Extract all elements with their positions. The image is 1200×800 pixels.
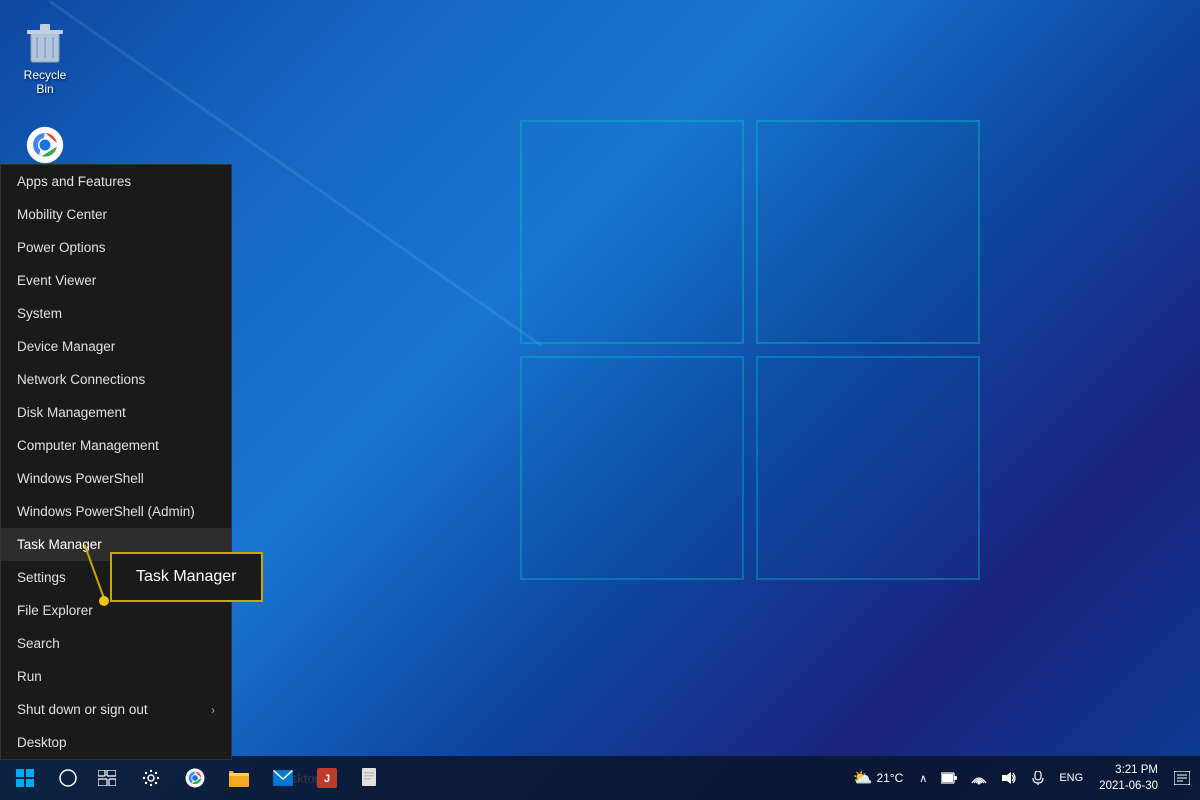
taskbar-app-settings[interactable] — [129, 756, 173, 800]
volume-icon — [1001, 771, 1017, 785]
menu-item-windows-powershell[interactable]: Windows PowerShell — [1, 462, 231, 495]
network-icon — [971, 771, 987, 785]
menu-item-computer-management[interactable]: Computer Management — [1, 429, 231, 462]
task-view-icon — [98, 770, 116, 786]
taskbar-right-area: ⛅ 21°C ∧ — [845, 756, 1200, 800]
menu-item-power-options[interactable]: Power Options — [1, 231, 231, 264]
current-time: 3:21 PM — [1115, 762, 1158, 778]
taskbar-mail[interactable] — [261, 756, 305, 800]
task-view-button[interactable] — [85, 756, 129, 800]
windows-logo-decoration — [520, 120, 1040, 640]
network-indicator[interactable] — [965, 756, 993, 800]
svg-text:J: J — [324, 773, 330, 785]
menu-item-apps-features[interactable]: Apps and Features — [1, 165, 231, 198]
current-date: 2021-06-30 — [1099, 778, 1158, 794]
chevron-up-icon: ∧ — [919, 772, 927, 785]
desktop-icon-recycle-bin[interactable]: Recycle Bin — [10, 20, 80, 101]
menu-item-disk-management[interactable]: Disk Management — [1, 396, 231, 429]
menu-item-device-manager[interactable]: Device Manager — [1, 330, 231, 363]
context-menu: Apps and Features Mobility Center Power … — [0, 164, 232, 760]
input-indicator[interactable] — [1025, 756, 1051, 800]
taskbar-app-red-icon: J — [317, 768, 337, 788]
task-manager-callout: Task Manager — [110, 552, 263, 602]
weather-icon: ⛅ — [853, 768, 873, 788]
taskbar-files[interactable] — [217, 756, 261, 800]
show-hidden-icons-button[interactable]: ∧ — [913, 756, 933, 800]
menu-item-event-viewer[interactable]: Event Viewer — [1, 264, 231, 297]
notification-center-button[interactable] — [1168, 756, 1196, 800]
taskbar-chrome[interactable] — [173, 756, 217, 800]
menu-item-shut-down[interactable]: Shut down or sign out › — [1, 693, 231, 726]
file-explorer-icon — [229, 769, 249, 787]
menu-item-desktop[interactable]: Desktop — [1, 726, 231, 759]
search-button[interactable] — [50, 756, 85, 800]
taskbar-app-doc[interactable] — [349, 756, 393, 800]
taskbar: J ⛅ 21°C ∧ — [0, 756, 1200, 800]
language-indicator[interactable]: ENG — [1053, 756, 1089, 800]
language-label: ENG — [1059, 772, 1083, 784]
search-icon — [59, 769, 77, 787]
menu-item-windows-powershell-admin[interactable]: Windows PowerShell (Admin) — [1, 495, 231, 528]
windows-start-icon — [16, 769, 34, 787]
taskbar-app-red[interactable]: J — [305, 756, 349, 800]
shut-down-arrow-icon: › — [211, 703, 215, 717]
weather-temp: 21°C — [876, 771, 903, 785]
recycle-bin-label: Recycle Bin — [14, 68, 76, 97]
weather-widget[interactable]: ⛅ 21°C — [845, 768, 912, 788]
volume-indicator[interactable] — [995, 756, 1023, 800]
start-button[interactable] — [0, 756, 50, 800]
menu-item-run[interactable]: Run — [1, 660, 231, 693]
taskbar-doc-icon — [362, 768, 380, 788]
recycle-bin-icon — [25, 24, 65, 64]
taskbar-chrome-icon — [185, 768, 205, 788]
menu-item-search[interactable]: Search — [1, 627, 231, 660]
battery-indicator[interactable] — [935, 756, 963, 800]
mail-icon — [273, 770, 293, 786]
clock-widget[interactable]: 3:21 PM 2021-06-30 — [1091, 756, 1166, 800]
chrome-icon — [25, 125, 65, 165]
task-manager-indicator-dot — [99, 596, 109, 606]
menu-item-mobility-center[interactable]: Mobility Center — [1, 198, 231, 231]
battery-icon — [941, 772, 957, 784]
menu-item-system[interactable]: System — [1, 297, 231, 330]
menu-item-network-connections[interactable]: Network Connections — [1, 363, 231, 396]
settings-icon — [142, 769, 160, 787]
desktop: Recycle Bin Google — [0, 0, 1200, 800]
notification-center-icon — [1174, 771, 1190, 785]
microphone-icon — [1031, 771, 1045, 785]
